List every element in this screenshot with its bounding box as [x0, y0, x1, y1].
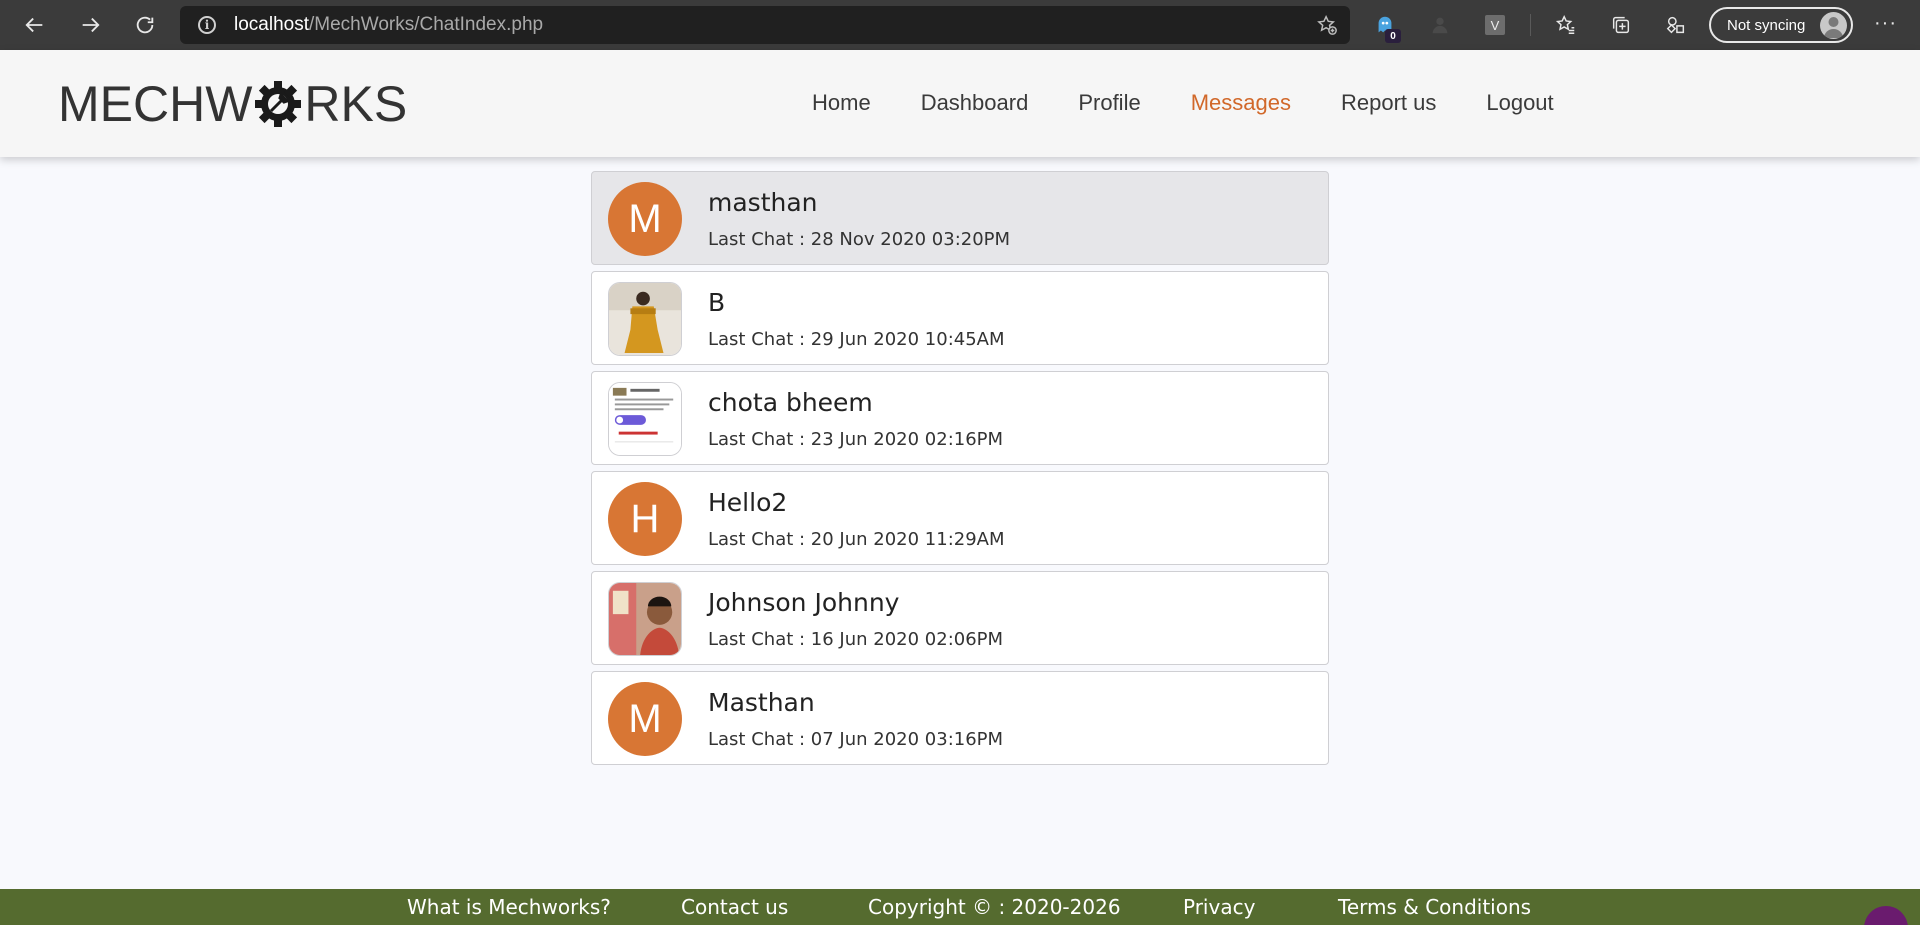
chat-name: chota bheem [708, 388, 873, 417]
footer-contact-us[interactable]: Contact us [681, 895, 788, 919]
last-chat-time: Last Chat : 07 Jun 2020 03:16PM [708, 729, 1004, 750]
address-bar[interactable]: i localhost/MechWorks/ChatIndex.php [180, 6, 1350, 44]
profile-avatar-icon [1820, 12, 1847, 39]
user-photo [609, 583, 681, 655]
mechworks-logo[interactable]: MECHW RKS [58, 76, 408, 132]
avatar: M [608, 682, 682, 756]
nav-dashboard[interactable]: Dashboard [921, 90, 1029, 116]
favorites-button[interactable] [1554, 13, 1578, 37]
last-chat-time: Last Chat : 28 Nov 2020 03:20PM [708, 229, 1011, 250]
chat-name: masthan [708, 188, 818, 217]
toolbar-separator [1530, 14, 1531, 36]
v-extension-icon[interactable]: V [1485, 15, 1505, 35]
chat-item[interactable]: B Last Chat : 29 Jun 2020 10:45AM [591, 271, 1329, 365]
last-chat-time: Last Chat : 29 Jun 2020 10:45AM [708, 329, 1005, 350]
person-icon [1432, 17, 1448, 34]
nav-logout[interactable]: Logout [1486, 90, 1553, 116]
chat-list: M masthan Last Chat : 28 Nov 2020 03:20P… [591, 171, 1329, 771]
avatar [608, 382, 682, 456]
nav-messages[interactable]: Messages [1191, 90, 1291, 116]
back-button[interactable] [15, 5, 55, 45]
chat-item[interactable]: Johnson Johnny Last Chat : 16 Jun 2020 0… [591, 571, 1329, 665]
chat-name: Johnson Johnny [708, 588, 900, 617]
more-menu-icon[interactable]: ··· [1874, 12, 1897, 35]
collections-icon [1612, 16, 1630, 34]
chat-item[interactable]: M Masthan Last Chat : 07 Jun 2020 03:16P… [591, 671, 1329, 765]
avatar [608, 582, 682, 656]
logo-text-left: MECHW [58, 76, 253, 132]
footer-terms[interactable]: Terms & Conditions [1338, 895, 1531, 919]
avatar: M [608, 182, 682, 256]
avatar: H [608, 482, 682, 556]
footer-what-is-mechworks[interactable]: What is Mechworks? [407, 895, 611, 919]
extension-badge: 0 [1385, 29, 1401, 43]
puzzle-icon [1666, 16, 1685, 34]
chat-item[interactable]: H Hello2 Last Chat : 20 Jun 2020 11:29AM [591, 471, 1329, 565]
refresh-icon [136, 16, 154, 34]
chat-name: Masthan [708, 688, 815, 717]
user-photo [609, 383, 681, 455]
nav-report-us[interactable]: Report us [1341, 90, 1436, 116]
arrow-right-icon [82, 17, 100, 33]
chat-name: Hello2 [708, 488, 788, 517]
refresh-button[interactable] [125, 5, 165, 45]
gear-wrench-logo-icon [255, 81, 302, 127]
url-text[interactable]: localhost/MechWorks/ChatIndex.php [234, 14, 543, 36]
site-info-icon[interactable]: i [198, 16, 216, 34]
profile-sync-button[interactable]: Not syncing [1709, 7, 1853, 43]
chat-item[interactable]: chota bheem Last Chat : 23 Jun 2020 02:1… [591, 371, 1329, 465]
nav-home[interactable]: Home [812, 90, 871, 116]
chat-item[interactable]: M masthan Last Chat : 28 Nov 2020 03:20P… [591, 171, 1329, 265]
arrow-left-icon [25, 17, 43, 33]
favorites-icon [1555, 15, 1575, 34]
last-chat-time: Last Chat : 20 Jun 2020 11:29AM [708, 529, 1005, 550]
footer-privacy[interactable]: Privacy [1183, 895, 1255, 919]
avatar [608, 282, 682, 356]
site-header: MECHW RKS Home Dashboard Profile Message… [0, 50, 1920, 157]
forward-button[interactable] [70, 5, 110, 45]
collections-button[interactable] [1609, 13, 1633, 37]
add-favorite-icon[interactable] [1316, 14, 1338, 36]
sync-label: Not syncing [1727, 16, 1806, 34]
profile-extension-icon[interactable] [1428, 13, 1452, 37]
logo-text-right: RKS [304, 76, 408, 132]
chat-name: B [708, 288, 726, 317]
extensions-button[interactable] [1664, 13, 1688, 37]
nav-profile[interactable]: Profile [1078, 90, 1140, 116]
footer-copyright: Copyright © : 2020-2026 [868, 895, 1121, 919]
main-navigation: Home Dashboard Profile Messages Report u… [812, 90, 1604, 116]
site-footer: What is Mechworks? Contact us Copyright … [0, 889, 1920, 925]
last-chat-time: Last Chat : 23 Jun 2020 02:16PM [708, 429, 1004, 450]
user-photo [609, 283, 681, 355]
last-chat-time: Last Chat : 16 Jun 2020 02:06PM [708, 629, 1004, 650]
